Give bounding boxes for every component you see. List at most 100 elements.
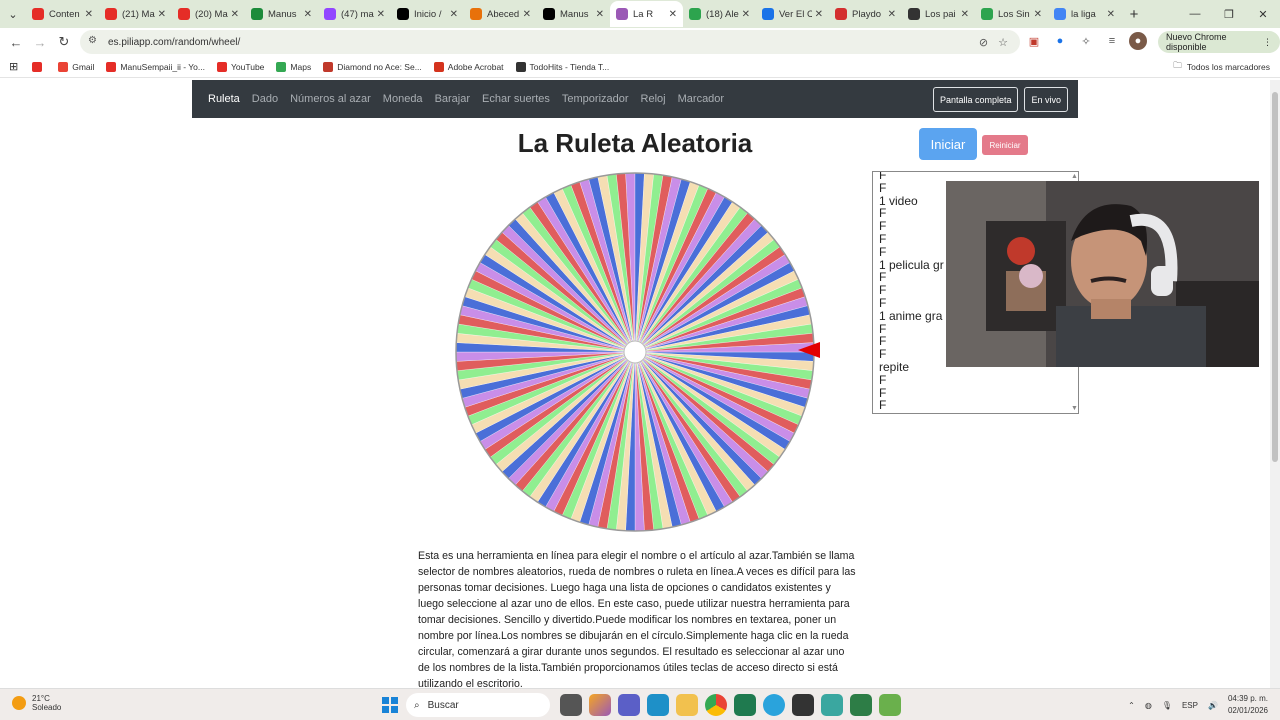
browser-tab[interactable]: Playdo ✕: [829, 1, 902, 27]
reload-icon[interactable]: ↻: [52, 34, 76, 50]
new-tab-button[interactable]: +: [1121, 6, 1147, 23]
browser-tab[interactable]: (18) Ale ✕: [683, 1, 756, 27]
browser-tab[interactable]: Los pai ✕: [902, 1, 975, 27]
browser-tab[interactable]: Abeced ✕: [464, 1, 537, 27]
bookmark-label: YouTube: [231, 61, 265, 72]
tab-close-icon[interactable]: ✕: [596, 9, 604, 20]
wheel-svg[interactable]: [455, 172, 815, 532]
extension-icon-2[interactable]: ●: [1051, 32, 1069, 50]
windows-start-icon[interactable]: [382, 697, 398, 713]
eye-off-icon[interactable]: ⊘: [979, 36, 988, 49]
bookmark-star-icon[interactable]: ☆: [998, 36, 1008, 49]
browser-tab[interactable]: Conten ✕: [26, 1, 99, 27]
page-scrollbar[interactable]: [1270, 80, 1280, 688]
browser-tab[interactable]: la liga ✕: [1048, 1, 1121, 27]
tab-close-icon[interactable]: ✕: [85, 9, 93, 20]
extensions-puzzle-icon[interactable]: ✧: [1077, 32, 1095, 50]
notepad-app-icon[interactable]: [734, 694, 756, 716]
telegram-app-icon[interactable]: [763, 694, 785, 716]
media-control-icon[interactable]: ≡: [1103, 32, 1121, 50]
tab-close-icon[interactable]: ✕: [523, 9, 531, 20]
app-icon-10[interactable]: [821, 694, 843, 716]
tab-close-icon[interactable]: ✕: [888, 9, 896, 20]
bookmark-item[interactable]: Maps: [276, 61, 311, 72]
language-indicator[interactable]: ESP: [1182, 701, 1198, 710]
nav-link[interactable]: Moneda: [383, 93, 423, 105]
bookmark-item[interactable]: ManuSempaii_ii - Yo...: [106, 61, 205, 72]
page-scrollbar-thumb[interactable]: [1272, 92, 1278, 462]
tab-close-icon[interactable]: ✕: [304, 9, 312, 20]
scroll-down-icon[interactable]: ▼: [1071, 405, 1078, 412]
tab-close-icon[interactable]: ✕: [815, 9, 823, 20]
network-icon[interactable]: ◍: [1145, 701, 1152, 710]
nav-link[interactable]: Números al azar: [290, 93, 371, 105]
nav-link[interactable]: Ruleta: [208, 93, 240, 105]
browser-tab[interactable]: Manus ✕: [245, 1, 318, 27]
tab-close-icon[interactable]: ✕: [1107, 9, 1115, 20]
chrome-app-icon[interactable]: [705, 694, 727, 716]
nav-link[interactable]: Barajar: [435, 93, 470, 105]
tab-close-icon[interactable]: ✕: [231, 9, 239, 20]
nav-link[interactable]: Dado: [252, 93, 278, 105]
folder-app-icon[interactable]: [676, 694, 698, 716]
all-bookmarks-button[interactable]: 🗀 Todos los marcadores: [1173, 60, 1270, 74]
nav-link[interactable]: Marcador: [678, 93, 724, 105]
profile-avatar[interactable]: ●: [1129, 32, 1147, 50]
nav-link[interactable]: Echar suertes: [482, 93, 550, 105]
nav-link[interactable]: Temporizador: [562, 93, 629, 105]
tab-close-icon[interactable]: ✕: [377, 9, 385, 20]
chrome-update-button[interactable]: Nuevo Chrome disponible ⋮: [1158, 31, 1280, 53]
app-icon-11[interactable]: [850, 694, 872, 716]
copilot-app-icon[interactable]: [589, 694, 611, 716]
app-icon-12[interactable]: [879, 694, 901, 716]
mic-icon[interactable]: 🎙: [1162, 701, 1172, 710]
browser-tab[interactable]: La R ✕: [610, 1, 683, 27]
start-button[interactable]: Iniciar: [919, 128, 977, 160]
address-bar[interactable]: ⚙ es.piliapp.com/random/wheel/ ⊘ ☆: [80, 30, 1020, 54]
live-button[interactable]: En vivo: [1024, 87, 1068, 112]
reset-button[interactable]: Reiniciar: [982, 135, 1028, 155]
maximize-icon[interactable]: ❐: [1212, 0, 1246, 28]
close-window-icon[interactable]: ✕: [1246, 0, 1280, 28]
roulette-wheel[interactable]: [455, 172, 815, 532]
browser-tab[interactable]: Los Sin ✕: [975, 1, 1048, 27]
minimize-icon[interactable]: —: [1178, 0, 1212, 28]
teams-app-icon[interactable]: [618, 694, 640, 716]
tab-close-icon[interactable]: ✕: [158, 9, 166, 20]
browser-tab[interactable]: (47) ma ✕: [318, 1, 391, 27]
volume-icon[interactable]: 🔊: [1208, 701, 1218, 710]
tab-close-icon[interactable]: ✕: [1034, 9, 1042, 20]
scroll-up-icon[interactable]: ▲: [1071, 173, 1078, 180]
edge-app-icon[interactable]: [647, 694, 669, 716]
extension-icon-1[interactable]: ▣: [1025, 32, 1043, 50]
tab-close-icon[interactable]: ✕: [669, 9, 677, 20]
back-icon[interactable]: ←: [4, 35, 28, 50]
browser-tab[interactable]: (21) Ma ✕: [99, 1, 172, 27]
taskbar-search[interactable]: ⌕ Buscar: [406, 693, 550, 717]
bookmark-item[interactable]: Adobe Acrobat: [433, 61, 504, 72]
clock[interactable]: 04:39 p. m. 02/01/2026: [1228, 693, 1268, 717]
tab-search-chevron-icon[interactable]: ⌄: [0, 0, 26, 28]
fullscreen-button[interactable]: Pantalla completa: [932, 87, 1019, 112]
app-icon-9[interactable]: [792, 694, 814, 716]
bookmark-item[interactable]: TodoHits - Tienda T...: [515, 61, 609, 72]
tray-chevron-icon[interactable]: ⌃: [1128, 701, 1135, 710]
forward-icon[interactable]: →: [28, 35, 52, 50]
tab-close-icon[interactable]: ✕: [961, 9, 969, 20]
tab-close-icon[interactable]: ✕: [742, 9, 750, 20]
weather-widget[interactable]: 21°C Soleado: [12, 694, 61, 712]
browser-tab[interactable]: Inicio / ✕: [391, 1, 464, 27]
bookmark-item[interactable]: Gmail: [58, 61, 94, 72]
apps-grid-icon[interactable]: ⊞: [9, 60, 18, 73]
bookmark-item[interactable]: [32, 61, 46, 72]
file-explorer-app-icon[interactable]: [560, 694, 582, 716]
tab-close-icon[interactable]: ✕: [450, 9, 458, 20]
browser-tab[interactable]: Manus ✕: [537, 1, 610, 27]
nav-link[interactable]: Reloj: [641, 93, 666, 105]
bookmark-item[interactable]: Diamond no Ace: Se...: [323, 61, 422, 72]
bookmark-item[interactable]: YouTube: [217, 61, 265, 72]
browser-tab[interactable]: Ver El C ✕: [756, 1, 829, 27]
browser-tab[interactable]: (20) Ma ✕: [172, 1, 245, 27]
more-menu-icon[interactable]: ⋮: [1263, 37, 1272, 48]
site-info-icon[interactable]: ⚙: [88, 35, 102, 49]
